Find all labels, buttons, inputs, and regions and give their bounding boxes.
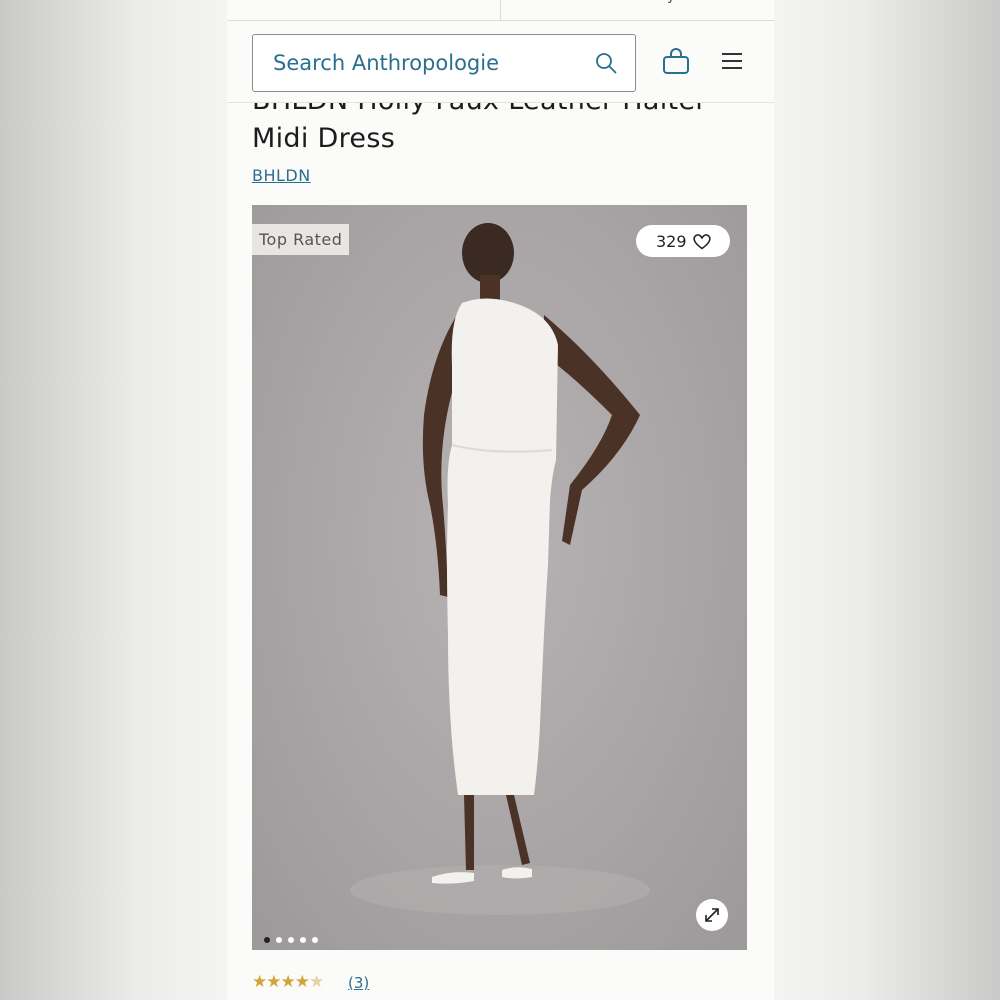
brand-link[interactable]: BHLDN — [252, 166, 311, 185]
tab-label-fragment[interactable]: y — [667, 0, 675, 4]
expand-icon — [705, 908, 719, 922]
product-image[interactable]: Top Rated 329 — [252, 205, 747, 950]
pagination-dot[interactable] — [312, 937, 318, 943]
pagination-dot[interactable] — [264, 937, 270, 943]
expand-image-button[interactable] — [696, 899, 728, 931]
favorite-button[interactable]: 329 — [636, 225, 730, 257]
search-placeholder[interactable]: Search Anthropologie — [273, 51, 499, 75]
pagination-dot[interactable] — [300, 937, 306, 943]
site-header: Search Anthropologie — [227, 21, 774, 103]
image-pagination — [264, 928, 324, 943]
top-tab-bar: y — [227, 0, 774, 21]
top-rated-badge: Top Rated — [252, 224, 350, 255]
tab-divider — [500, 0, 501, 20]
search-input[interactable]: Search Anthropologie — [252, 34, 636, 92]
pagination-dot[interactable] — [276, 937, 282, 943]
pagination-dot[interactable] — [288, 937, 294, 943]
hamburger-menu-icon[interactable] — [721, 51, 743, 71]
review-count-link[interactable]: (3) — [348, 974, 369, 992]
shopping-bag-icon[interactable] — [662, 47, 690, 75]
mobile-page: y Search Anthropologie BHLDN Holly Faux … — [227, 0, 774, 1000]
model-figure — [350, 223, 650, 915]
star-rating: ★★★★★ — [252, 972, 324, 992]
favorite-count: 329 — [656, 232, 687, 251]
search-icon[interactable] — [595, 52, 617, 74]
heart-icon — [693, 234, 711, 250]
